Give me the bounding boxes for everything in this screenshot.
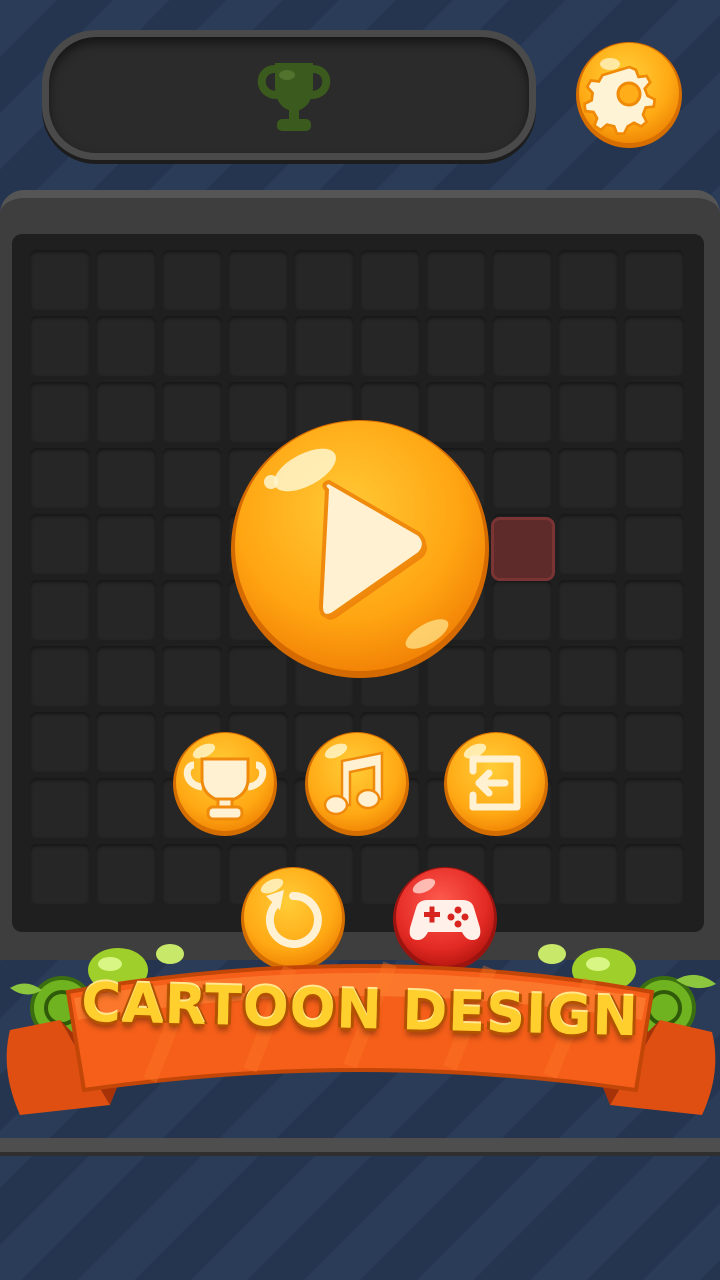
board-cell bbox=[558, 382, 618, 442]
board-cell bbox=[96, 316, 156, 376]
board-cell bbox=[30, 448, 90, 508]
board-cell bbox=[96, 448, 156, 508]
board-cell bbox=[162, 316, 222, 376]
board-cell bbox=[30, 382, 90, 442]
board-cell bbox=[624, 646, 684, 706]
settings-button[interactable] bbox=[574, 40, 684, 150]
board-cell bbox=[228, 250, 288, 310]
board-cell bbox=[426, 316, 486, 376]
board-cell bbox=[30, 316, 90, 376]
board-cell bbox=[96, 250, 156, 310]
board-cell bbox=[96, 844, 156, 904]
board-cell bbox=[294, 250, 354, 310]
board-cell bbox=[30, 646, 90, 706]
exit-button[interactable] bbox=[443, 731, 549, 837]
board-cell bbox=[624, 844, 684, 904]
board-cell bbox=[624, 514, 684, 574]
bottom-ledge bbox=[0, 1138, 720, 1152]
board-cell bbox=[30, 250, 90, 310]
board-cell bbox=[96, 646, 156, 706]
board-cell bbox=[624, 580, 684, 640]
board-cell bbox=[624, 316, 684, 376]
board-cell bbox=[30, 844, 90, 904]
score-panel bbox=[42, 30, 536, 160]
board-cell bbox=[294, 316, 354, 376]
board-cell bbox=[492, 382, 552, 442]
board-cell bbox=[426, 250, 486, 310]
board-cell bbox=[492, 646, 552, 706]
board-cell bbox=[492, 316, 552, 376]
board-cell bbox=[96, 778, 156, 838]
board-cell bbox=[492, 448, 552, 508]
block-tile bbox=[491, 517, 555, 581]
board-cell bbox=[558, 712, 618, 772]
board-cell bbox=[162, 382, 222, 442]
board-cell bbox=[162, 844, 222, 904]
trophy-icon bbox=[257, 63, 331, 131]
board-cell bbox=[558, 844, 618, 904]
board-cell bbox=[624, 778, 684, 838]
board-cell bbox=[228, 316, 288, 376]
board-cell bbox=[162, 580, 222, 640]
board-cell bbox=[162, 448, 222, 508]
board-cell bbox=[96, 712, 156, 772]
board-cell bbox=[30, 514, 90, 574]
board-cell bbox=[492, 844, 552, 904]
board-cell bbox=[558, 250, 618, 310]
board-cell bbox=[162, 250, 222, 310]
board-cell bbox=[162, 514, 222, 574]
board-cell bbox=[624, 250, 684, 310]
board-cell bbox=[162, 646, 222, 706]
board-cell bbox=[558, 580, 618, 640]
music-button[interactable] bbox=[304, 731, 410, 837]
board-cell bbox=[360, 250, 420, 310]
board-cell bbox=[492, 580, 552, 640]
board-cell bbox=[624, 382, 684, 442]
board-cell bbox=[558, 646, 618, 706]
board-cell bbox=[558, 448, 618, 508]
board-cell bbox=[30, 712, 90, 772]
board-cell bbox=[558, 316, 618, 376]
board-cell bbox=[96, 514, 156, 574]
board-cell bbox=[30, 778, 90, 838]
leaderboard-button[interactable] bbox=[172, 731, 278, 837]
board-cell bbox=[624, 448, 684, 508]
board-cell bbox=[96, 382, 156, 442]
board-cell bbox=[492, 250, 552, 310]
board-cell bbox=[96, 580, 156, 640]
board-cell bbox=[360, 316, 420, 376]
board-cell bbox=[558, 778, 618, 838]
board-cell bbox=[30, 580, 90, 640]
board-cell bbox=[624, 712, 684, 772]
board-cell bbox=[558, 514, 618, 574]
play-button[interactable] bbox=[229, 418, 491, 680]
